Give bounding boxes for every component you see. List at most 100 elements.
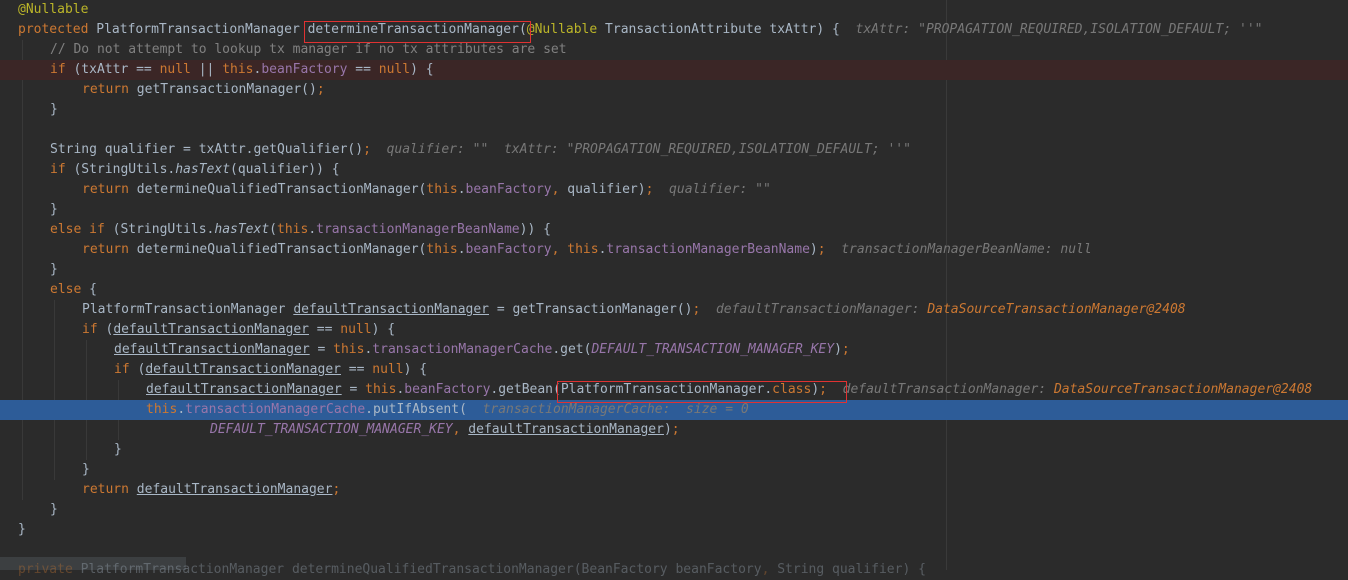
code-token: hasText	[175, 162, 231, 177]
code-token: String qualifier = txAttr.getQualifier()	[50, 142, 364, 157]
code-token: DEFAULT_TRANSACTION_MANAGER_KEY	[210, 422, 453, 437]
code-line[interactable]: if (StringUtils.hasText(qualifier)) {	[0, 160, 1348, 180]
debugger-inline-value: defaultTransactionManager:	[842, 382, 1054, 397]
code-token: ==	[308, 322, 341, 337]
code-line-content: private PlatformTransactionManager deter…	[18, 560, 926, 580]
code-token: )	[809, 242, 818, 257]
code-line[interactable]: defaultTransactionManager = this.transac…	[0, 340, 1348, 360]
code-token: ,	[452, 422, 469, 437]
code-line-content: return defaultTransactionManager;	[82, 480, 340, 500]
code-token: defaultTransactionManager	[136, 482, 333, 497]
code-token: defaultTransactionManager	[468, 422, 664, 437]
code-token: protected	[18, 22, 97, 37]
code-token: defaultTransactionManager	[145, 362, 341, 377]
code-token: getTransactionManager()	[136, 82, 317, 97]
code-line-content: PlatformTransactionManager defaultTransa…	[82, 300, 1186, 320]
code-token: }	[18, 522, 26, 537]
code-line-content: String qualifier = txAttr.getQualifier()…	[50, 140, 911, 160]
code-line[interactable]: }	[0, 460, 1348, 480]
code-line-content: }	[50, 200, 58, 220]
code-line[interactable]: return defaultTransactionManager;	[0, 480, 1348, 500]
code-line[interactable]: this.transactionManagerCache.putIfAbsent…	[0, 400, 1348, 420]
code-line[interactable]: PlatformTransactionManager defaultTransa…	[0, 300, 1348, 320]
code-token: ;	[692, 302, 716, 317]
code-token: this	[365, 382, 397, 397]
debugger-inline-value: qualifier: "" txAttr: "PROPAGATION_REQUI…	[386, 142, 911, 157]
debugger-inline-value: transactionManagerCache: size = 0	[482, 402, 749, 417]
code-token: determineQualifiedTransactionManager(	[136, 182, 427, 197]
code-token: // Do not attempt to lookup tx manager i…	[50, 42, 567, 57]
code-token: @Nullable	[526, 22, 606, 37]
code-token: return	[82, 182, 137, 197]
code-line-content: defaultTransactionManager = this.transac…	[114, 340, 850, 360]
code-line-content: DEFAULT_TRANSACTION_MANAGER_KEY, default…	[210, 420, 680, 440]
code-token: null	[372, 362, 404, 377]
code-token: if	[50, 62, 74, 77]
code-token: .get(	[552, 342, 592, 357]
code-line[interactable]: String qualifier = txAttr.getQualifier()…	[0, 140, 1348, 160]
code-line[interactable]	[0, 120, 1348, 140]
code-line-content: @Nullable	[18, 0, 88, 20]
code-line-content: }	[50, 100, 58, 120]
code-line[interactable]: // Do not attempt to lookup tx manager i…	[0, 40, 1348, 60]
code-line[interactable]: return determineQualifiedTransactionMana…	[0, 240, 1348, 260]
code-editor[interactable]: @Nullable protected PlatformTransactionMa…	[0, 0, 1348, 577]
highlight-box-class-literal	[556, 381, 847, 403]
code-token: this	[277, 222, 309, 237]
code-line-content: return determineQualifiedTransactionMana…	[82, 180, 771, 200]
code-line[interactable]: }	[0, 100, 1348, 120]
code-token: if	[50, 162, 74, 177]
code-token: = getTransactionManager()	[489, 302, 693, 317]
code-token: this	[222, 62, 254, 77]
code-line[interactable]: }	[0, 520, 1348, 540]
code-token: (txAttr ==	[73, 62, 160, 77]
code-line[interactable]: if (defaultTransactionManager == null) {	[0, 360, 1348, 380]
code-token: transactionManagerBeanName	[606, 242, 810, 257]
code-line[interactable]: DEFAULT_TRANSACTION_MANAGER_KEY, default…	[0, 420, 1348, 440]
code-token: .	[457, 182, 466, 197]
code-token: this	[146, 402, 178, 417]
code-line[interactable]: }	[0, 260, 1348, 280]
code-line[interactable]	[0, 540, 1348, 560]
code-token: PlatformTransactionManager	[82, 302, 294, 317]
code-token: DEFAULT_TRANSACTION_MANAGER_KEY	[591, 342, 835, 357]
code-line[interactable]: @Nullable	[0, 0, 1348, 20]
code-line[interactable]: }	[0, 500, 1348, 520]
code-token: ) {	[371, 322, 396, 337]
code-line-content: return getTransactionManager();	[82, 80, 325, 100]
code-line[interactable]: return getTransactionManager();	[0, 80, 1348, 100]
code-token: (StringUtils.	[73, 162, 176, 177]
code-line[interactable]: if (txAttr == null || this.beanFactory =…	[0, 60, 1348, 80]
code-token: .getBean(	[490, 382, 561, 397]
code-token: beanFactory	[261, 62, 356, 77]
code-line[interactable]: private PlatformTransactionManager deter…	[0, 560, 1348, 580]
code-token: this	[426, 182, 458, 197]
code-line[interactable]: return determineQualifiedTransactionMana…	[0, 180, 1348, 200]
code-line[interactable]: }	[0, 200, 1348, 220]
code-line[interactable]: else {	[0, 280, 1348, 300]
code-line-content: if (txAttr == null || this.beanFactory =…	[50, 60, 434, 80]
code-token: if	[82, 322, 106, 337]
code-token: else	[50, 282, 90, 297]
code-token: ;	[645, 182, 670, 197]
code-token: (	[269, 222, 277, 237]
code-token: defaultTransactionManager	[113, 322, 309, 337]
code-line[interactable]: else if (StringUtils.hasText(this.transa…	[0, 220, 1348, 240]
debugger-inline-value: DataSourceTransactionManager@2408	[1053, 382, 1313, 397]
code-line-content: if (defaultTransactionManager == null) {	[82, 320, 395, 340]
code-token: )	[663, 422, 672, 437]
code-line-content: else {	[50, 280, 97, 300]
code-line-content: // Do not attempt to lookup tx manager i…	[50, 40, 567, 60]
code-line[interactable]: if (defaultTransactionManager == null) {	[0, 320, 1348, 340]
code-token: =	[309, 342, 334, 357]
code-token: , this	[551, 242, 599, 257]
code-token: (StringUtils.	[112, 222, 215, 237]
code-token: }	[50, 202, 58, 217]
code-token: defaultTransactionManager	[146, 382, 342, 397]
code-line-content: }	[82, 460, 90, 480]
code-token: PlatformTransactionManager	[96, 22, 308, 37]
code-line[interactable]: }	[0, 440, 1348, 460]
code-token: qualifier)	[567, 182, 646, 197]
code-token: beanFactory	[465, 242, 552, 257]
code-line[interactable]: protected PlatformTransactionManager det…	[0, 20, 1348, 40]
